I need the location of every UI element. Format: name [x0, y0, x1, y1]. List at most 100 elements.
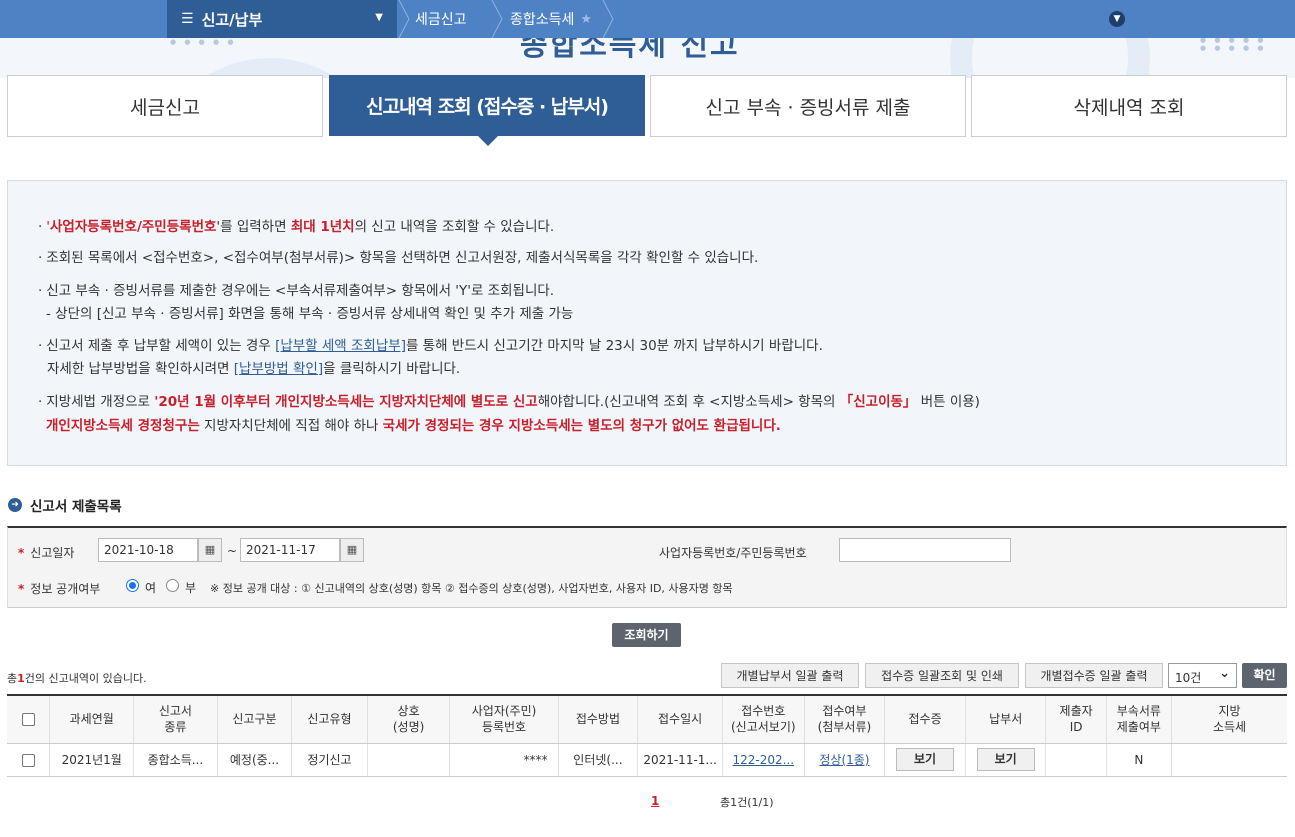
breadcrumb-separator-icon: [490, 0, 504, 38]
view-payment-button[interactable]: 보기: [976, 748, 1035, 771]
column-header: 접수증: [884, 694, 966, 744]
public-yes-radio[interactable]: [126, 579, 139, 592]
type-cell: 정기신고: [291, 743, 368, 777]
column-header: 사업자(주민) 등록번호: [449, 694, 559, 744]
date-to-input[interactable]: 2021-11-17: [240, 538, 340, 562]
notice-line: · 신고서 제출 후 납부할 세액이 있는 경우 [납부할 세액 조회납부]를 통…: [38, 338, 823, 354]
notice-line: 자세한 납부방법을 확인하시려면 [납부방법 확인]을 클릭하시기 바랍니다.: [47, 361, 461, 377]
row-select-cell: [7, 743, 50, 777]
page-banner: 종합소득세 신고 ● ● ● ● ● ● ● ● ● ● ● ● ● ● ●: [0, 38, 1295, 78]
date-from-input[interactable]: 2021-10-18: [98, 538, 198, 562]
status-cell: 정상(1종): [803, 743, 885, 777]
payment-method-link[interactable]: [납부방법 확인]: [234, 361, 323, 377]
print-payment-slips-button[interactable]: 개별납부서 일괄 출력: [721, 663, 859, 688]
receipt-number-cell: 122-202...: [721, 743, 805, 777]
registration-number-input[interactable]: [839, 538, 1011, 562]
menu-label: 신고/납부: [201, 10, 263, 29]
column-header: 제출자 ID: [1045, 694, 1107, 744]
select-all-header: [7, 694, 50, 744]
breadcrumb-item-income-tax[interactable]: 종합소득세 ★: [510, 0, 592, 38]
local-tax-cell: [1171, 743, 1287, 777]
id-label: 사업자등록번호/주민등록번호: [659, 546, 807, 560]
regno-cell: ****: [449, 743, 559, 777]
calendar-icon[interactable]: ▦: [198, 538, 222, 562]
payment-cell: 보기: [964, 743, 1046, 777]
decorative-arc: [950, 38, 1150, 78]
arrow-circle-icon: ➜: [8, 498, 22, 512]
page-link[interactable]: 1: [651, 794, 659, 808]
breadcrumb-separator-icon: [397, 0, 411, 38]
filing-table: 과세연월 신고서 종류 신고구분 신고유형 상호 (성명) 사업자(주민) 등록…: [7, 694, 1287, 777]
tab-tax-filing[interactable]: 세금신고: [7, 75, 323, 137]
pager-total: 총1건(1/1): [720, 796, 774, 809]
tab-deleted-history[interactable]: 삭제내역 조회: [971, 75, 1287, 137]
active-tab-indicator: [478, 136, 498, 146]
chevron-down-icon: ⌄: [1219, 666, 1230, 681]
hamburger-icon: ☰: [181, 11, 194, 27]
decorative-dots: ● ● ● ● ●: [170, 38, 237, 46]
section-title: ➜ 신고서 제출목록: [8, 495, 122, 515]
top-navigation-bar: ☰ 신고/납부 ▼ 세금신고 종합소득세 ★ ▼: [0, 0, 1295, 38]
method-cell: 인터넷(...: [557, 743, 638, 777]
notice-box: · '사업자등록번호/주민등록번호'를 입력하면 최대 1년치의 신고 내역을 조…: [7, 180, 1287, 466]
pay-tax-link[interactable]: [납부할 세액 조회납부]: [275, 338, 406, 354]
public-note: ※ 정보 공개 대상 : ① 신고내역의 상호(성명) 항목 ② 접수증의 상호…: [210, 582, 733, 595]
decorative-dots: ● ● ● ● ● ● ● ● ● ●: [1200, 38, 1267, 52]
status-link[interactable]: 정상(1종): [819, 753, 869, 767]
submitter-cell: [1045, 743, 1107, 777]
individual-receipt-print-button[interactable]: 개별접수증 일괄 출력: [1025, 663, 1163, 688]
tab-filing-history[interactable]: 신고내역 조회 (접수증 · 납부서): [329, 75, 645, 136]
notice-line: · 신고 부속 · 증빙서류를 제출한 경우에는 <부속서류제출여부> 항목에서 …: [38, 283, 555, 299]
column-header: 신고유형: [291, 694, 368, 744]
calendar-icon[interactable]: ▦: [340, 538, 364, 562]
column-header: 부속서류 제출여부: [1105, 694, 1172, 744]
column-header: 납부서: [964, 694, 1046, 744]
banner-title: 종합소득세 신고: [520, 38, 740, 63]
table-header-row: 과세연월 신고서 종류 신고구분 신고유형 상호 (성명) 사업자(주민) 등록…: [7, 694, 1287, 744]
receipt-cell: 보기: [884, 743, 966, 777]
period-cell: 2021년1월: [49, 743, 134, 777]
select-all-checkbox[interactable]: [21, 713, 35, 727]
notice-line: · 조회된 목록에서 <접수번호>, <접수여부(첨부서류)> 항목을 선택하면 …: [38, 250, 759, 266]
column-header: 상호 (성명): [366, 694, 450, 744]
breadcrumb-separator-icon: [601, 0, 615, 38]
date-cell: 2021-11-1...: [637, 743, 723, 777]
page-size-select[interactable]: 10건 ⌄: [1168, 663, 1237, 688]
tab-attachment-submit[interactable]: 신고 부속 · 증빙서류 제출: [650, 75, 966, 137]
column-header: 과세연월: [49, 694, 134, 744]
notice-line: · 지방세법 개정으로 '20년 1월 이후부터 개인지방소득세는 지방자치단체에…: [38, 394, 980, 410]
notice-line: · '사업자등록번호/주민등록번호'를 입력하면 최대 1년치의 신고 내역을 조…: [38, 219, 555, 235]
receipt-number-link[interactable]: 122-202...: [732, 753, 794, 767]
table-row: 2021년1월 종합소득... 예정(중... 정기신고 **** 인터넷(..…: [7, 743, 1287, 777]
confirm-button[interactable]: 확인: [1242, 663, 1287, 688]
notice-line: - 상단의 [신고 부속 · 증빙서류] 화면을 통해 부속 · 증빙서류 상세…: [46, 306, 574, 322]
column-header: 신고서 종류: [133, 694, 218, 744]
kind-cell: 종합소득...: [133, 743, 218, 777]
breadcrumb-label: 종합소득세: [510, 12, 575, 28]
name-cell: [366, 743, 450, 777]
column-header: 신고구분: [216, 694, 292, 744]
public-no-radio[interactable]: [166, 579, 179, 592]
column-header: 접수번호 (신고서보기): [721, 694, 805, 744]
date-label: * 신고일자: [18, 546, 75, 560]
view-receipt-button[interactable]: 보기: [896, 748, 955, 771]
breadcrumb-item-tax-filing[interactable]: 세금신고: [415, 0, 467, 38]
column-header: 지방 소득세: [1171, 694, 1287, 744]
menu-dropdown[interactable]: ☰ 신고/납부 ▼: [167, 0, 397, 38]
row-checkbox[interactable]: [21, 753, 35, 767]
attachment-cell: N: [1105, 743, 1172, 777]
column-header: 접수일시: [637, 694, 723, 744]
search-button[interactable]: 조회하기: [612, 623, 681, 647]
date-range-tilde: ~: [227, 544, 238, 558]
public-no-label: 부: [185, 581, 197, 595]
star-icon[interactable]: ★: [580, 12, 592, 27]
column-header: 접수방법: [557, 694, 638, 744]
expand-circle-icon[interactable]: ▼: [1109, 11, 1125, 27]
public-label: * 정보 공개여부: [18, 582, 101, 596]
result-count: 총1건의 신고내역이 있습니다.: [7, 672, 147, 685]
public-yes-label: 여: [145, 581, 157, 595]
notice-line: 개인지방소득세 경정청구는 지방자치단체에 직접 해야 하나 국세가 경정되는 …: [46, 418, 781, 434]
division-cell: 예정(중...: [216, 743, 292, 777]
caret-down-icon: ▼: [375, 12, 383, 23]
receipt-batch-print-button[interactable]: 접수증 일괄조회 및 인쇄: [865, 663, 1019, 688]
